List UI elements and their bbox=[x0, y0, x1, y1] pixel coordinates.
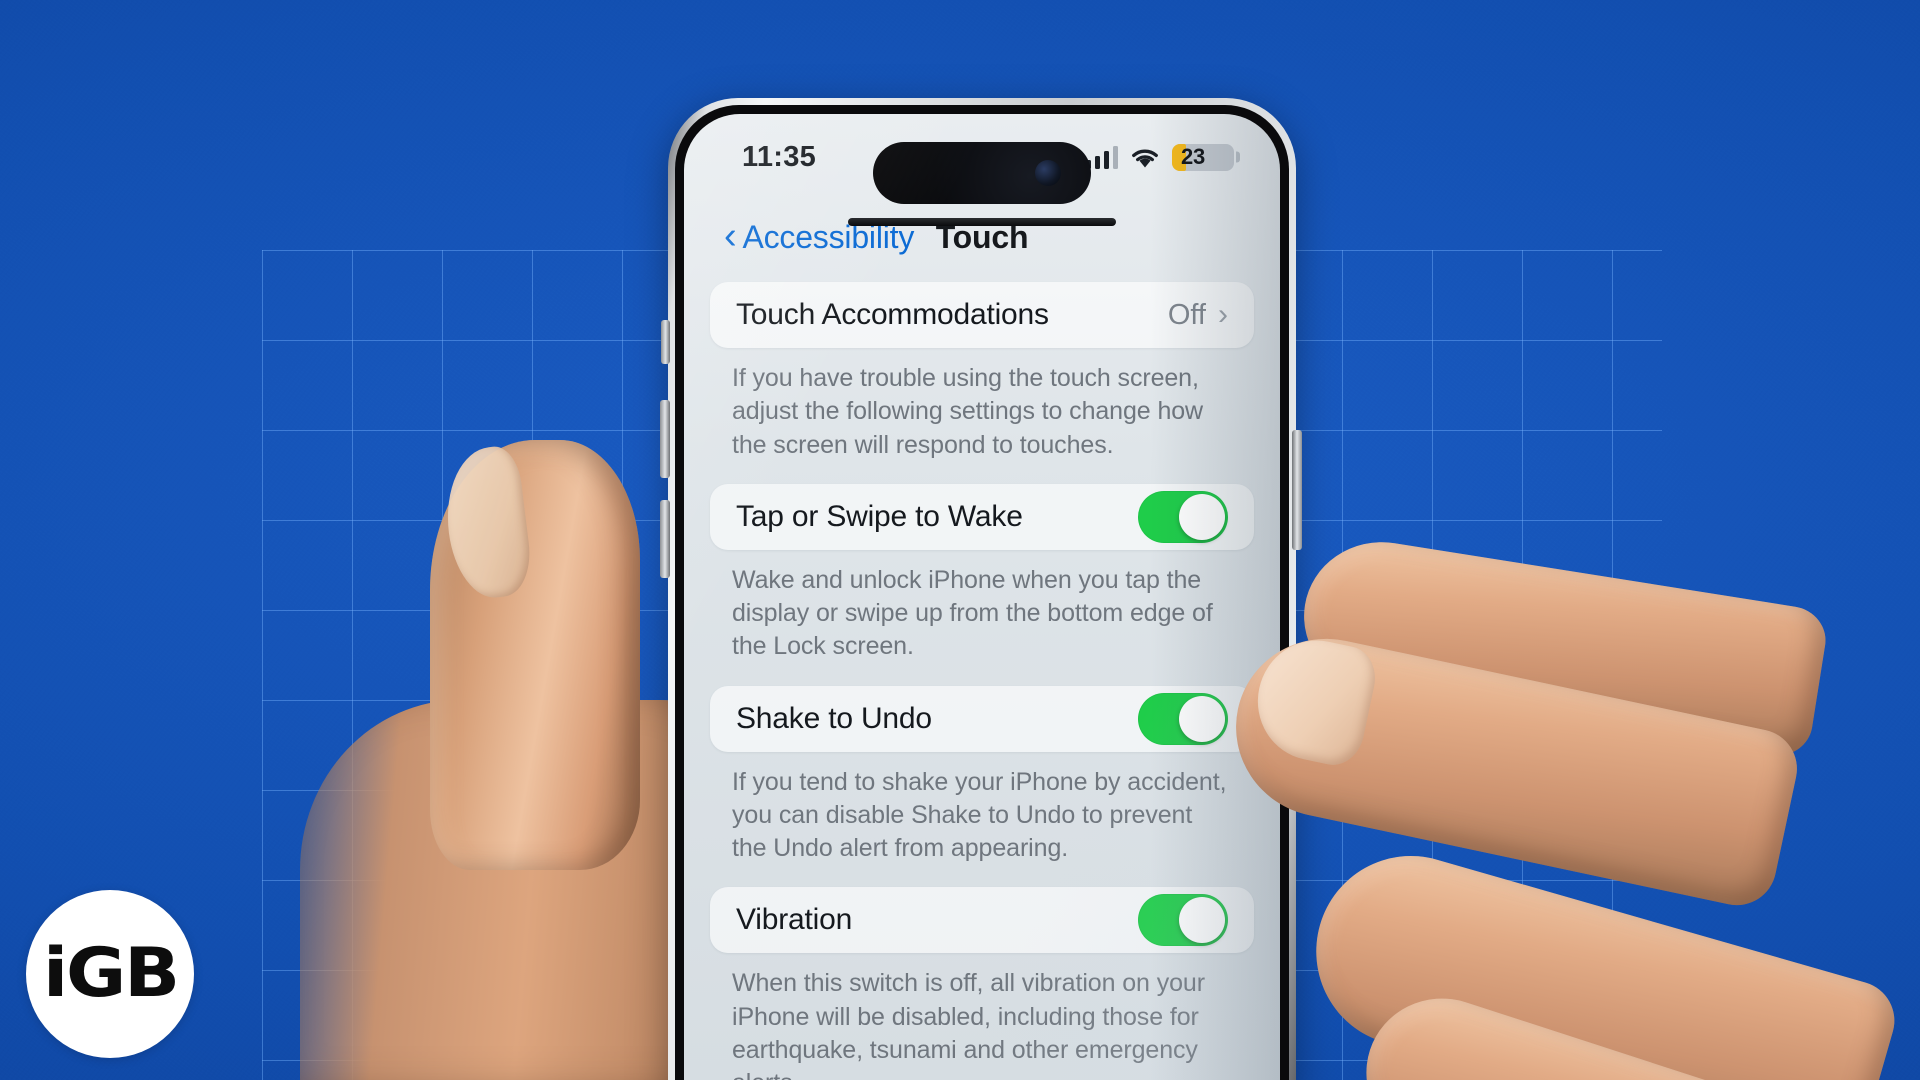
earpiece-speaker-icon bbox=[848, 218, 1116, 226]
toggle-knob bbox=[1179, 493, 1225, 540]
battery-percent: 23 bbox=[1181, 144, 1206, 169]
toggle-knob bbox=[1179, 897, 1225, 944]
row-value-text: Off bbox=[1167, 298, 1206, 331]
row-label: Touch Accommodations bbox=[736, 298, 1049, 331]
row-label: Shake to Undo bbox=[736, 701, 932, 735]
status-indicators: 23 bbox=[1085, 143, 1240, 171]
igb-logo: iGB bbox=[26, 890, 194, 1058]
navigation-bar: ‹ Accessibility Touch bbox=[684, 200, 1280, 274]
status-bar: 11:35 23 bbox=[684, 114, 1280, 204]
dynamic-island[interactable] bbox=[873, 142, 1091, 204]
chevron-right-icon: › bbox=[1218, 298, 1228, 331]
row-description: Wake and unlock iPhone when you tap the … bbox=[732, 565, 1213, 661]
row-description: When this switch is off, all vibration o… bbox=[732, 969, 1205, 1080]
toggle-shake-to-undo[interactable] bbox=[1138, 692, 1228, 745]
row-shake-to-undo[interactable]: Shake to Undo bbox=[710, 685, 1254, 752]
row-label: Vibration bbox=[736, 903, 853, 937]
settings-list: Touch Accommodations Off › If you have t… bbox=[684, 274, 1280, 1080]
phone-screen: 11:35 23 ‹ Accessibility Touch Touch Acc… bbox=[684, 114, 1280, 1080]
row-touch-accommodations[interactable]: Touch Accommodations Off › bbox=[710, 282, 1254, 348]
row-description: If you have trouble using the touch scre… bbox=[732, 364, 1204, 459]
phone-bezel: 11:35 23 ‹ Accessibility Touch Touch Acc… bbox=[675, 105, 1289, 1080]
battery-tip bbox=[1236, 151, 1240, 163]
battery-icon: 23 bbox=[1172, 143, 1240, 171]
wifi-icon bbox=[1130, 146, 1160, 169]
mute-switch[interactable] bbox=[661, 320, 670, 364]
iphone-device: 11:35 23 ‹ Accessibility Touch Touch Acc… bbox=[668, 98, 1296, 1080]
toggle-knob bbox=[1179, 695, 1225, 742]
row-description: If you tend to shake your iPhone by acci… bbox=[732, 767, 1227, 863]
chevron-left-icon: ‹ bbox=[724, 214, 737, 257]
toggle-tap-or-swipe-to-wake[interactable] bbox=[1138, 490, 1228, 543]
row-vibration[interactable]: Vibration bbox=[710, 887, 1254, 954]
row-tap-or-swipe-to-wake[interactable]: Tap or Swipe to Wake bbox=[710, 483, 1254, 550]
toggle-vibration[interactable] bbox=[1138, 894, 1228, 947]
cellular-bars-icon bbox=[1085, 145, 1118, 169]
igb-logo-text: iGB bbox=[42, 934, 180, 1013]
row-value: Off › bbox=[1168, 298, 1228, 332]
volume-up-button[interactable] bbox=[660, 400, 670, 478]
front-camera-icon bbox=[1035, 160, 1061, 186]
row-label: Tap or Swipe to Wake bbox=[736, 499, 1023, 533]
volume-down-button[interactable] bbox=[660, 500, 670, 578]
status-time: 11:35 bbox=[742, 140, 817, 173]
